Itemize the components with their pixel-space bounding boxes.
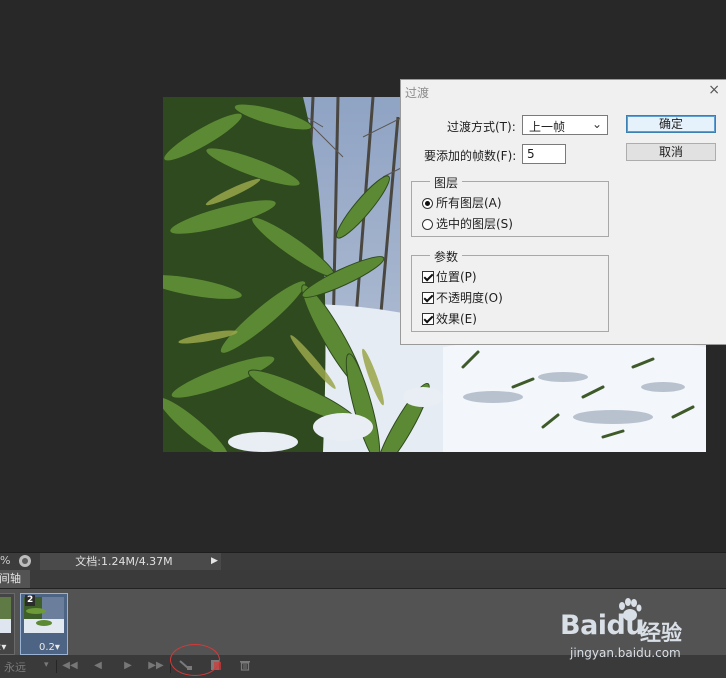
frames-to-add-label: 要添加的帧数(F): <box>424 149 517 163</box>
tween-with-value: 上一帧 <box>529 120 566 134</box>
checkbox-checked-icon <box>422 271 434 283</box>
document-info-icon[interactable] <box>19 555 31 567</box>
radio-empty-icon <box>422 219 433 230</box>
baidu-jingyan-watermark: Baidu 经验 jingyan.baidu.com <box>556 598 724 668</box>
annotation-circle <box>170 644 220 676</box>
close-icon[interactable]: × <box>708 83 720 97</box>
timeline-panel-header: 时间轴 <box>0 570 726 589</box>
all-layers-label: 所有图层(A) <box>436 196 502 210</box>
status-bar: % 文档:1.24M/4.37M ▶ <box>0 552 726 570</box>
frame-delay[interactable]: 2▾ <box>0 642 6 653</box>
chevron-down-icon: ⌄ <box>591 117 602 131</box>
frame-number: 2 <box>25 595 36 606</box>
all-layers-radio[interactable]: 所有图层(A) <box>422 194 502 211</box>
ok-button[interactable]: 确定 <box>626 115 716 133</box>
position-checkbox[interactable]: 位置(P) <box>422 268 477 285</box>
opacity-label: 不透明度(O) <box>436 291 503 305</box>
watermark-brand-cn: 经验 <box>640 621 682 645</box>
layers-group: 图层 所有图层(A) 选中的图层(S) <box>411 174 609 237</box>
checkbox-checked-icon <box>422 292 434 304</box>
position-label: 位置(P) <box>436 270 477 284</box>
effects-checkbox[interactable]: 效果(E) <box>422 310 477 327</box>
zoom-level[interactable]: % <box>0 554 10 567</box>
previous-frame-icon[interactable]: ◀ <box>90 659 106 673</box>
frame-2[interactable]: 2 0.2▾ <box>20 593 68 655</box>
layers-group-title: 图层 <box>430 174 463 191</box>
tween-dialog: 过渡 × 过渡方式(T): 上一帧 ⌄ 要添加的帧数(F): 5 确定 取消 图… <box>400 79 726 345</box>
selected-layers-radio[interactable]: 选中的图层(S) <box>422 215 513 232</box>
parameters-group: 参数 位置(P) 不透明度(O) 效果(E) <box>411 248 609 332</box>
next-frame-icon[interactable]: ▶▶ <box>148 659 164 673</box>
divider <box>56 660 57 673</box>
checkbox-checked-icon <box>422 313 434 325</box>
effects-label: 效果(E) <box>436 312 477 326</box>
opacity-checkbox[interactable]: 不透明度(O) <box>422 289 503 306</box>
photoshop-window: 过渡 × 过渡方式(T): 上一帧 ⌄ 要添加的帧数(F): 5 确定 取消 图… <box>0 0 726 678</box>
document-size: 文档:1.24M/4.37M <box>40 553 208 570</box>
tween-with-select[interactable]: 上一帧 ⌄ <box>522 115 608 135</box>
watermark-url: jingyan.baidu.com <box>570 646 681 660</box>
radio-selected-icon <box>422 198 433 209</box>
tween-with-label: 过渡方式(T): <box>447 120 516 134</box>
selected-layers-label: 选中的图层(S) <box>436 217 513 231</box>
frames-to-add-input[interactable]: 5 <box>522 144 566 164</box>
dialog-title: 过渡 <box>405 86 430 100</box>
parameters-group-title: 参数 <box>430 248 463 265</box>
frame-1[interactable]: 2▾ <box>0 593 15 655</box>
loop-options[interactable]: 永远 <box>4 659 26 675</box>
tab-timeline[interactable]: 时间轴 <box>0 570 30 588</box>
frame-delay[interactable]: 0.2▾ <box>39 642 60 653</box>
cancel-button[interactable]: 取消 <box>626 143 716 161</box>
play-icon[interactable]: ▶ <box>120 659 136 673</box>
chevron-down-icon[interactable]: ▾ <box>44 660 49 670</box>
frame-thumbnail <box>0 597 11 633</box>
first-frame-icon[interactable]: ◀◀ <box>62 659 78 673</box>
trash-icon[interactable] <box>237 659 253 673</box>
status-menu-arrow[interactable]: ▶ <box>208 553 221 570</box>
paw-icon <box>619 598 642 621</box>
